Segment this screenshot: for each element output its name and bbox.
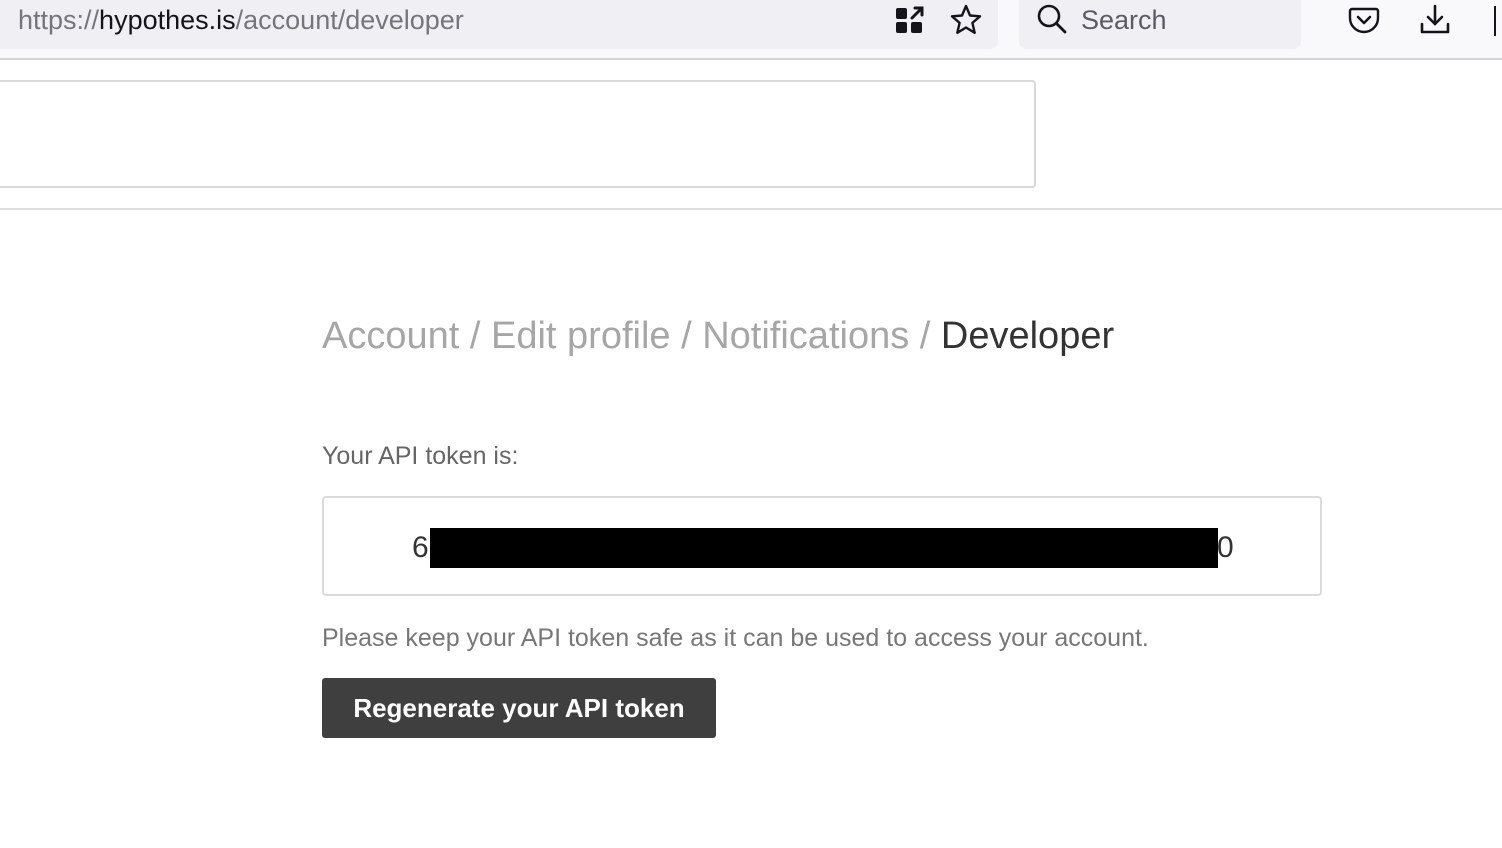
token-first-char: 6	[412, 531, 429, 564]
token-warning-text: Please keep your API token safe as it ca…	[322, 624, 1149, 652]
url-host: hypothes.is	[99, 5, 236, 35]
search-bar[interactable]: Search	[1019, 0, 1301, 49]
search-placeholder: Search	[1081, 5, 1167, 35]
nav-current-developer: Developer	[940, 315, 1115, 357]
url-scheme: https://	[18, 5, 100, 35]
qr-code-icon[interactable]	[890, 0, 930, 40]
account-nav: Account / Edit profile / Notifications /…	[322, 313, 1114, 359]
api-token-label: Your API token is:	[322, 442, 519, 470]
api-token-field[interactable]: 6 0	[322, 496, 1322, 596]
regenerate-token-button[interactable]: Regenerate your API token	[322, 678, 716, 738]
nav-separator: /	[919, 315, 941, 357]
toolbar-separator	[1494, 6, 1496, 36]
header-divider	[0, 208, 1502, 210]
token-last-char: 0	[1217, 531, 1234, 564]
token-redaction-bar	[430, 528, 1218, 568]
site-header-box	[0, 80, 1036, 188]
download-icon[interactable]	[1415, 0, 1455, 40]
pocket-icon[interactable]	[1344, 0, 1384, 40]
nav-notifications-link[interactable]: Notifications	[702, 315, 909, 357]
url-text[interactable]: https://hypothes.is/account/developer	[18, 4, 464, 36]
search-icon	[1035, 2, 1069, 41]
nav-account-link[interactable]: Account	[322, 315, 459, 357]
url-path: /account/developer	[235, 5, 464, 35]
nav-separator: /	[681, 315, 703, 357]
nav-edit-profile-link[interactable]: Edit profile	[491, 315, 671, 357]
url-bar[interactable]: https://hypothes.is/account/developer	[0, 0, 998, 49]
star-icon[interactable]	[946, 0, 986, 40]
nav-separator: /	[469, 315, 491, 357]
browser-toolbar: https://hypothes.is/account/developer Se…	[0, 0, 1502, 60]
